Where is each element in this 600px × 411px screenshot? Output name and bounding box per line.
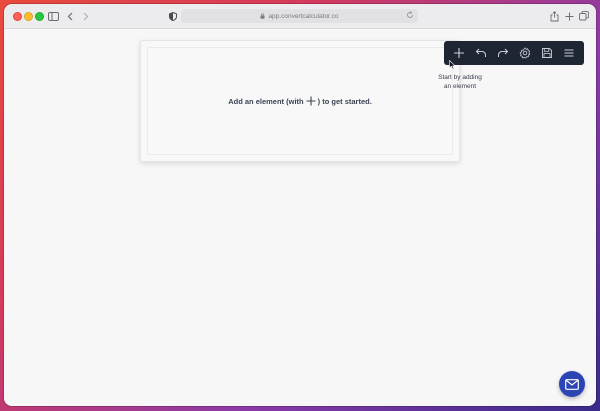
tooltip-line-1: Start by adding [438, 74, 482, 81]
undo-button[interactable] [472, 44, 490, 62]
shield-icon[interactable] [166, 9, 180, 23]
tabs-icon[interactable] [577, 9, 591, 23]
reload-icon[interactable] [406, 11, 414, 21]
redo-icon [498, 48, 509, 57]
browser-titlebar: app.convertcalculator.co [4, 4, 596, 29]
onboarding-tooltip: Start by adding an element [424, 73, 496, 91]
browser-window: app.convertcalculator.co Add an element … [4, 4, 596, 406]
empty-state-prefix: Add an element (with [228, 96, 304, 106]
share-icon[interactable] [547, 9, 561, 23]
address-bar[interactable]: app.convertcalculator.co [181, 9, 418, 23]
desktop-background: app.convertcalculator.co Add an element … [0, 0, 600, 411]
settings-button[interactable] [516, 44, 534, 62]
close-window-button[interactable] [13, 12, 22, 21]
empty-drop-zone[interactable]: Add an element (with ) to get started. [147, 47, 453, 155]
gear-icon [519, 47, 531, 59]
sidebar-icon[interactable] [46, 9, 60, 23]
menu-button[interactable] [560, 44, 578, 62]
mail-icon [565, 378, 579, 390]
chevron-right-icon[interactable] [78, 9, 92, 23]
empty-state-message: Add an element (with ) to get started. [228, 96, 372, 106]
maximize-window-button[interactable] [35, 12, 44, 21]
plus-icon[interactable] [562, 9, 576, 23]
plus-icon [306, 96, 316, 106]
undo-icon [475, 48, 486, 57]
editor-toolbar [444, 41, 584, 65]
empty-state-suffix: ) to get started. [317, 96, 372, 106]
redo-button[interactable] [494, 44, 512, 62]
hamburger-icon [564, 49, 574, 57]
calculator-canvas[interactable]: Add an element (with ) to get started. [140, 40, 460, 162]
lock-icon [260, 13, 265, 19]
save-icon [542, 48, 552, 58]
url-text: app.convertcalculator.co [268, 12, 339, 20]
tooltip-line-2: an element [443, 83, 477, 90]
minimize-window-button[interactable] [24, 12, 33, 21]
chevron-left-icon[interactable] [63, 9, 77, 23]
save-button[interactable] [538, 44, 556, 62]
page-content: Add an element (with ) to get started. S… [4, 29, 596, 406]
support-chat-button[interactable] [559, 371, 585, 397]
